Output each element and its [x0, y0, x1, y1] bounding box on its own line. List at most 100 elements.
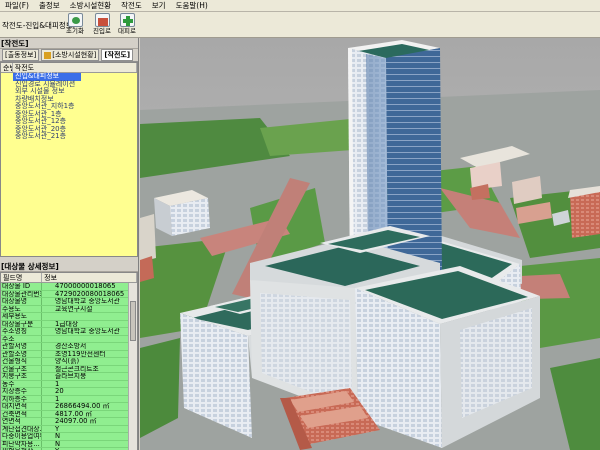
field-value: 47000000018065 — [55, 283, 116, 290]
field-value: 양식(흙) — [55, 358, 80, 365]
field-value: 조영119안전센터 — [55, 350, 106, 357]
menu-item-0[interactable]: 파일(F) — [0, 0, 34, 12]
field-name: 지상층수 — [1, 388, 43, 395]
field-value: N — [55, 440, 61, 447]
panel-tabs: [출동정보] [소방시설현황] [작전도] — [0, 49, 138, 62]
field-name: 주소 — [1, 335, 43, 342]
entry-route-icon — [94, 13, 110, 27]
field-value: 영남대학교 중앙도서관 — [55, 298, 120, 305]
field-name: 피난약자용... — [1, 440, 43, 447]
folder-icon — [44, 51, 52, 59]
operation-map-list[interactable]: 순번 작전도 진입&대피정보진입경로 시뮬레이션외부 시설물 정보차량배치정보중… — [0, 62, 138, 257]
table-row[interactable]: 건축면적 4817.00 ㎡ — [1, 410, 137, 418]
table-row[interactable]: 건물구조 철근콘크리트조 — [1, 365, 137, 373]
field-value: 1 — [55, 380, 60, 387]
reset-icon — [67, 13, 83, 27]
tab-1[interactable]: [소방시설현황] — [41, 49, 100, 61]
field-value: 24097.00 ㎡ — [55, 418, 97, 425]
field-name: 계단접견대상... — [2, 425, 43, 432]
tree-header-index: 순번 — [1, 63, 13, 72]
table-row[interactable]: 건물형식 양식(흙) — [1, 358, 137, 366]
detail-body: 대상물 ID 47000000018065 대상물관리번호 4729020080018… — [1, 283, 137, 450]
field-value: 1급대상 — [55, 320, 79, 327]
toolbar: 작전도-진입&대피정보: 초기화 진입로 대피로 — [0, 12, 600, 38]
table-row[interactable]: 계단접견대상... Y — [1, 425, 137, 433]
field-name: 동수 — [1, 380, 43, 387]
tree-item[interactable]: 중앙도서관_21층 — [1, 132, 137, 141]
table-row[interactable]: 다중이용업여부 N — [1, 433, 137, 441]
field-name: 대상물명 — [1, 298, 43, 305]
field-name: 주용도 — [1, 305, 43, 312]
field-value — [42, 336, 137, 343]
table-row[interactable]: 관할소명 조영119안전센터 — [1, 350, 137, 358]
menu-item-5[interactable]: 도움말(H) — [171, 0, 213, 12]
table-row[interactable]: 지붕구조 슬라브지붕 — [1, 373, 137, 381]
field-value: 4729020080018065 — [55, 290, 125, 297]
evacuation-route-icon — [119, 13, 135, 27]
field-value: 영남대학교 중앙도서관 — [55, 328, 120, 335]
field-name: 관할소명 — [1, 350, 43, 357]
menu-item-1[interactable]: 출정보 — [34, 0, 65, 12]
menu-item-3[interactable]: 작전도 — [116, 0, 147, 12]
tab-label: [출동정보] — [5, 51, 37, 59]
scroll-thumb[interactable] — [130, 301, 136, 341]
panel-title: [작전도] — [0, 38, 138, 49]
table-row[interactable]: 대지면적 26866494.00 ㎡ — [1, 403, 137, 411]
table-row[interactable]: 지상층수 20 — [1, 388, 137, 396]
detail-header: 필드명 정보 — [1, 273, 137, 283]
field-name: 건물구조 — [1, 365, 43, 372]
field-value: 1 — [55, 395, 60, 402]
field-name: 관할서명 — [1, 343, 43, 350]
table-row[interactable]: 대상물관리번호 4729020080018065 — [1, 290, 137, 298]
tab-2[interactable]: [작전도] — [101, 49, 134, 61]
detail-header-value: 정보 — [42, 273, 137, 282]
table-row[interactable]: 대상물구분 1급대상 — [1, 320, 137, 328]
detail-header-field: 필드명 — [1, 273, 43, 282]
field-value — [42, 313, 137, 320]
menu-item-4[interactable]: 보기 — [147, 0, 171, 12]
tab-label: [소방시설현황] — [52, 51, 97, 59]
field-name: 대상물 ID — [1, 283, 43, 290]
field-name: 건축면적 — [1, 410, 43, 417]
table-row[interactable]: 주용도 교육연구시설 — [1, 305, 137, 313]
table-row[interactable]: 연면적 24097.00 ㎡ — [1, 418, 137, 426]
table-row[interactable]: 주소 — [1, 335, 137, 343]
table-row[interactable]: 관할서명 경산소방서 — [1, 343, 137, 351]
field-name: 지붕구조 — [1, 373, 43, 380]
field-name: 건물형식 — [1, 358, 43, 365]
table-row[interactable]: 동수 1 — [1, 380, 137, 388]
table-row[interactable]: 피난약자용... N — [1, 440, 137, 448]
table-row[interactable]: 세부용도 — [1, 313, 137, 321]
field-value: 슬라브지붕 — [55, 373, 87, 380]
field-name: 대지면적 — [1, 403, 43, 410]
field-name: 세부용도 — [1, 313, 43, 320]
field-name: 연면적 — [1, 418, 43, 425]
field-value: N — [55, 433, 61, 440]
evacuation-route-button[interactable]: 대피로 — [114, 13, 140, 37]
table-row[interactable]: 대상물 ID 47000000018065 — [1, 283, 137, 291]
field-value: 철근콘크리트조 — [55, 365, 99, 372]
table-row[interactable]: 지하층수 1 — [1, 395, 137, 403]
tree-body: 진입&대피정보 진입경로 시뮬레이션 외부 시설물 정보 차량배치정보 중앙도서관_지하… — [1, 72, 137, 141]
field-name: 지하층수 — [1, 395, 43, 402]
detail-scrollbar[interactable] — [128, 283, 137, 450]
left-panel: [작전도] [출동정보] [소방시설현황] [작전도] 순번 작전도 진입&대피정보… — [0, 38, 139, 450]
detail-table[interactable]: 필드명 정보 대상물 ID 47000000018065 대상물관리번호 472902… — [0, 272, 138, 450]
3d-viewport[interactable] — [140, 38, 600, 450]
tree-header-name: 작전도 — [13, 63, 137, 72]
table-row[interactable]: 대상물명 영남대학교 중앙도서관 — [1, 298, 137, 306]
menu-item-2[interactable]: 소방시설현황 — [65, 0, 116, 12]
field-value: 20 — [55, 388, 64, 395]
field-value: 26866494.00 ㎡ — [55, 403, 110, 410]
field-value: 4817.00 ㎡ — [55, 410, 93, 417]
field-value: 교육연구시설 — [55, 305, 93, 312]
field-name: 대상물구분 — [1, 320, 43, 327]
reset-button[interactable]: 초기화 — [62, 13, 88, 37]
field-name: 대상물관리번호 — [2, 290, 43, 297]
field-name: 주소명칭 — [1, 328, 43, 335]
tab-0[interactable]: [출동정보] — [2, 49, 40, 61]
entry-route-button[interactable]: 진입로 — [89, 13, 115, 37]
table-row[interactable]: 주소명칭 영남대학교 중앙도서관 — [1, 328, 137, 336]
3d-scene — [140, 38, 600, 450]
field-name: 다중이용업여부 — [2, 433, 43, 440]
